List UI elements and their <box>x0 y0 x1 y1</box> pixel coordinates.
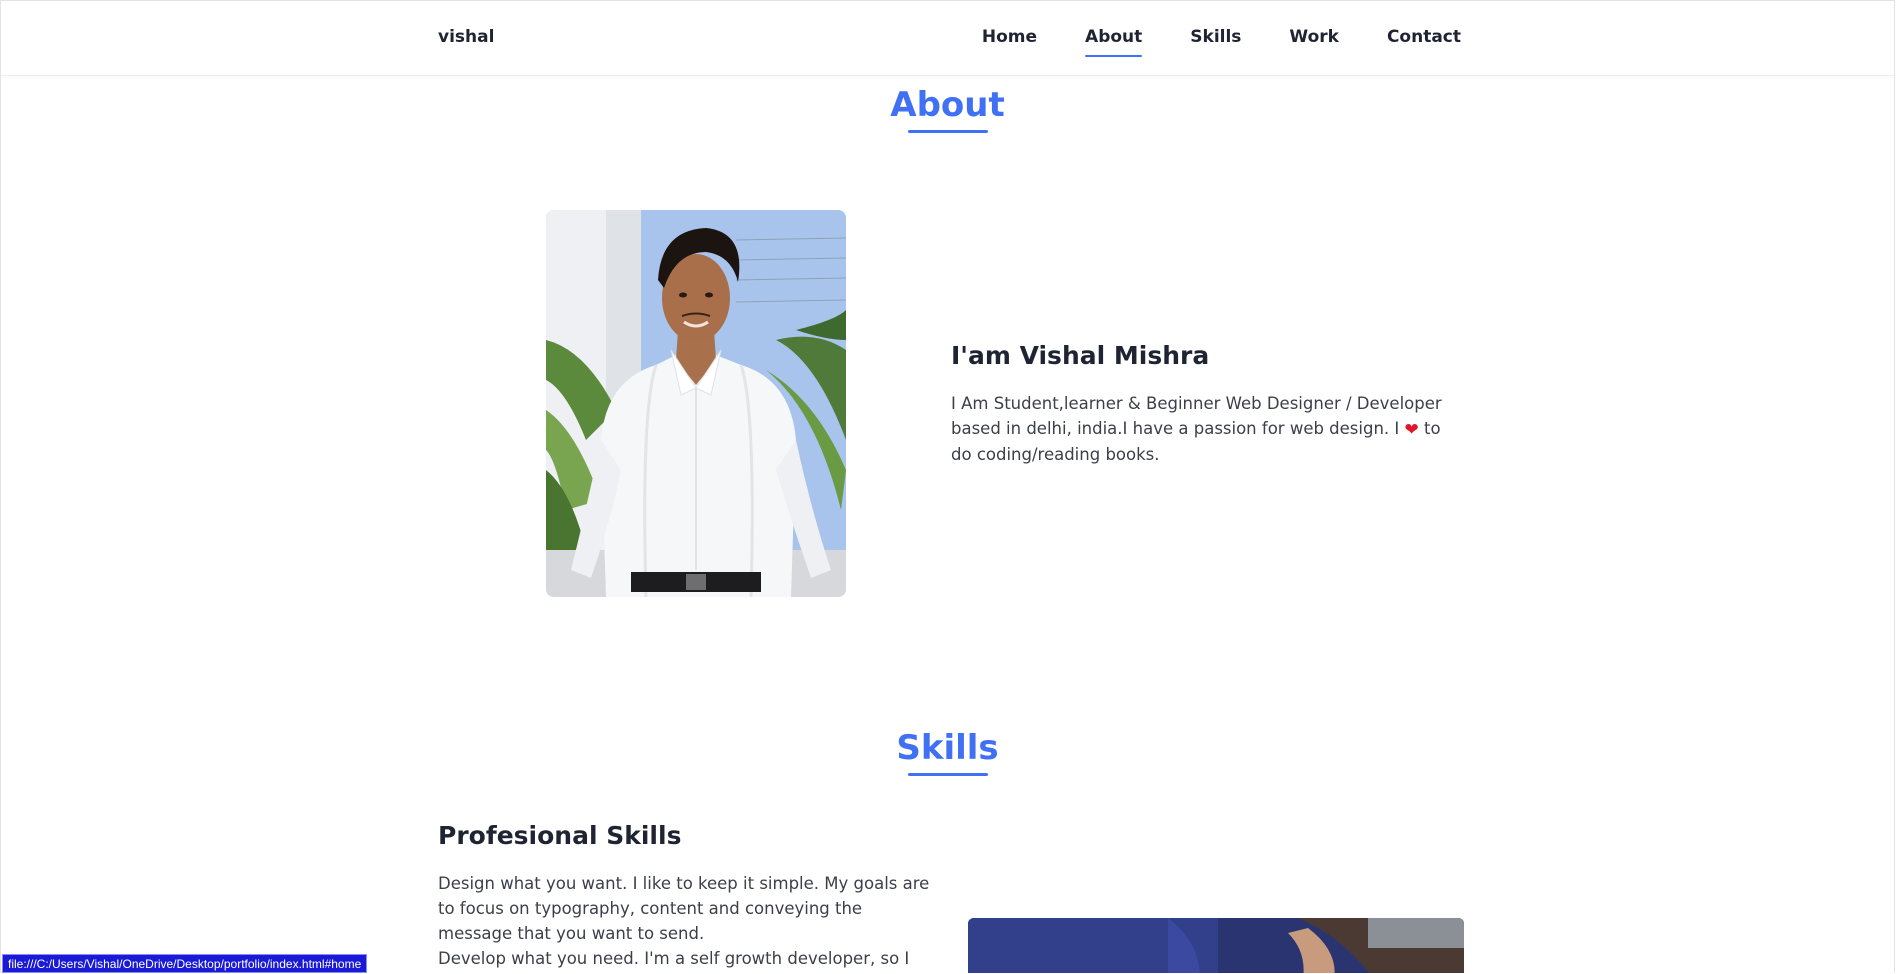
nav-home[interactable]: Home <box>982 27 1037 57</box>
about-name-heading: I'am Vishal Mishra <box>951 341 1210 370</box>
about-section-title: About <box>1 85 1894 133</box>
skills-paragraph-1: Design what you want. I like to keep it … <box>438 874 930 943</box>
nav-skills[interactable]: Skills <box>1190 27 1241 57</box>
heart-icon: ❤ <box>1404 420 1419 440</box>
site-header: vishal Home About Skills Work Contact <box>1 1 1894 76</box>
skills-heading: Profesional Skills <box>438 821 682 850</box>
profile-photo-illustration <box>546 210 846 597</box>
skills-section-title: Skills <box>1 728 1894 776</box>
skills-photo <box>968 918 1464 973</box>
about-title-text: About <box>890 85 1004 133</box>
site-logo[interactable]: vishal <box>438 27 494 47</box>
skills-photo-illustration <box>968 918 1464 973</box>
skills-description: Design what you want. I like to keep it … <box>438 871 938 973</box>
skills-paragraph-2: Develop what you need. I'm a self growth… <box>438 949 910 968</box>
about-description: I Am Student,learner & Beginner Web Desi… <box>951 391 1461 467</box>
browser-viewport: vishal Home About Skills Work Contact Ab… <box>0 0 1895 973</box>
nav-work[interactable]: Work <box>1289 27 1339 57</box>
about-text-part1: I Am Student,learner & Beginner Web Desi… <box>951 394 1442 438</box>
browser-status-bar: file:///C:/Users/Vishal/OneDrive/Desktop… <box>2 954 368 973</box>
nav-contact[interactable]: Contact <box>1387 27 1461 57</box>
nav-about[interactable]: About <box>1085 27 1143 57</box>
profile-photo <box>546 210 846 597</box>
skills-title-text: Skills <box>896 728 998 776</box>
main-nav: Home About Skills Work Contact <box>934 27 1461 57</box>
